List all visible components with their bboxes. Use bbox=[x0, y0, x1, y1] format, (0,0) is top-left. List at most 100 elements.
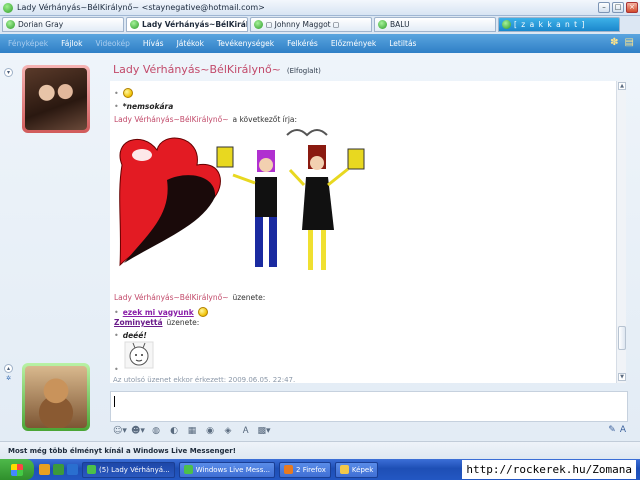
maximize-button[interactable]: □ bbox=[612, 2, 624, 13]
voice-clip-icon[interactable]: ◐ bbox=[167, 425, 181, 437]
text-caret bbox=[114, 396, 115, 407]
tab-label: BALU bbox=[390, 20, 410, 29]
background-icon[interactable]: ▦ bbox=[185, 425, 199, 437]
input-mode-tools: ✎ A bbox=[608, 425, 626, 435]
task-label: Képek bbox=[351, 465, 374, 474]
message-text: ezek mi vagyunk bbox=[122, 307, 194, 317]
menu-photos[interactable]: Fényképek bbox=[8, 39, 48, 48]
bullet-icon: • bbox=[114, 365, 119, 374]
menu-history[interactable]: Előzmények bbox=[331, 39, 376, 48]
conversation-tabs: Dorian Gray Lady Vérhányás~BélKirálynő~ … bbox=[0, 16, 640, 34]
contact-avatar[interactable] bbox=[22, 65, 90, 133]
window-title-bar: Lady Vérhányás~BélKirálynő~ <staynegativ… bbox=[0, 0, 640, 16]
close-button[interactable]: × bbox=[626, 2, 638, 13]
firefox-icon bbox=[284, 465, 294, 474]
tab-balu[interactable]: BALU bbox=[374, 17, 496, 32]
message-writes-label: a következőt írja: bbox=[232, 115, 298, 124]
message-line: • bbox=[114, 88, 133, 98]
pin-icon[interactable]: ✲ bbox=[4, 375, 13, 384]
window-title: Lady Vérhányás~BélKirálynő~ <staynegativ… bbox=[17, 3, 265, 12]
windows-logo-icon bbox=[11, 463, 23, 476]
collapse-contact-pane-icon[interactable]: ▾ bbox=[4, 68, 13, 77]
minimize-button[interactable]: – bbox=[598, 2, 610, 13]
tab-dorian-gray[interactable]: Dorian Gray bbox=[2, 17, 124, 32]
bullet-icon: • bbox=[114, 307, 119, 317]
message-sender: Lady Vérhányás~BélKirálynő~ bbox=[114, 115, 229, 124]
tab-label: [ z a k k a n t ] bbox=[514, 20, 586, 29]
collapse-my-pane-icon[interactable]: ▴ bbox=[4, 364, 13, 373]
message-label: üzenete: bbox=[232, 293, 266, 302]
games-icon[interactable]: ◉ bbox=[203, 425, 217, 437]
task-lady-verhanyas[interactable]: (5) Lady Vérhányá... bbox=[82, 461, 175, 478]
history-scrollbar[interactable]: ▲ ▼ bbox=[616, 81, 626, 383]
message-header: Lady Vérhányás~BélKirálynő~ üzenete: bbox=[114, 293, 265, 302]
taskbar: (5) Lady Vérhányá... Windows Live Mess..… bbox=[0, 459, 640, 480]
tab-johnny-maggot[interactable]: ◻ Johnny Maggot ◻ bbox=[250, 17, 372, 32]
menu-files[interactable]: Fájlok bbox=[61, 39, 82, 48]
menu-games[interactable]: Játékok bbox=[177, 39, 204, 48]
last-message-timestamp: Az utolsó üzenet ekkor érkezett: 2009.06… bbox=[113, 376, 296, 384]
message-sender: Zominyettá bbox=[114, 318, 163, 327]
promo-text: Most még több élményt kínál a Windows Li… bbox=[8, 446, 236, 455]
message-sender: Lady Vérhányás~BélKirálynő~ bbox=[114, 293, 229, 302]
window-controls: – □ × bbox=[598, 2, 638, 13]
menu-invite[interactable]: Felkérés bbox=[287, 39, 318, 48]
bullet-icon: • bbox=[114, 331, 119, 340]
font-icon[interactable]: Ꭺ bbox=[239, 425, 253, 437]
my-avatar-picture bbox=[25, 366, 87, 428]
smiley-emoticon-icon bbox=[197, 307, 208, 317]
wink-icon[interactable]: ✽ bbox=[610, 37, 618, 49]
color-icon[interactable]: ▩▾ bbox=[257, 425, 271, 437]
contact-avatar-picture bbox=[25, 68, 87, 130]
task-label: (5) Lady Vérhányá... bbox=[99, 465, 170, 474]
bullet-icon: • bbox=[114, 102, 119, 111]
nudge-icon[interactable]: ◍ bbox=[149, 425, 163, 437]
firefox-icon[interactable] bbox=[39, 464, 50, 475]
scroll-up-arrow-icon[interactable]: ▲ bbox=[618, 82, 626, 90]
handwriting-icon[interactable]: ✎ bbox=[608, 425, 616, 435]
scroll-thumb[interactable] bbox=[618, 326, 626, 350]
menu-block[interactable]: Letiltás bbox=[389, 39, 416, 48]
conversation-area: ▾ Lady Vérhányás~BélKirálynő~ (Elfoglalt… bbox=[0, 53, 640, 441]
tab-label: Lady Vérhányás~BélKirálynő~ bbox=[142, 20, 247, 29]
messenger-icon bbox=[3, 2, 13, 13]
scroll-down-arrow-icon[interactable]: ▼ bbox=[618, 373, 626, 381]
hand-drawn-picture[interactable] bbox=[112, 125, 372, 285]
task-windows-live-messenger[interactable]: Windows Live Mess... bbox=[178, 461, 276, 478]
status-online-icon bbox=[130, 20, 139, 29]
message-header: Lady Vérhányás~BélKirálynő~ a következőt… bbox=[114, 115, 297, 124]
contact-name: Lady Vérhányás~BélKirálynő~ bbox=[113, 63, 281, 76]
status-online-icon bbox=[502, 20, 511, 29]
contact-status: (Elfoglalt) bbox=[286, 67, 321, 75]
tab-label: ◻ Johnny Maggot ◻ bbox=[266, 20, 340, 29]
watermark: http://rockerek.hu/Zomana bbox=[462, 460, 636, 479]
start-button[interactable] bbox=[0, 459, 34, 480]
promo-banner[interactable]: Most még több élményt kínál a Windows Li… bbox=[0, 441, 640, 459]
menu-activities[interactable]: Tevékenységek bbox=[217, 39, 274, 48]
tab-lady-verhanyas[interactable]: Lady Vérhányás~BélKirálynő~ bbox=[126, 17, 248, 32]
emoticon-picker-icon[interactable]: ☺▾ bbox=[113, 425, 127, 437]
message-line: • bbox=[114, 365, 119, 374]
message-text: *nemsokára bbox=[122, 102, 174, 111]
text-mode-icon[interactable]: A bbox=[620, 425, 626, 435]
menu-video[interactable]: Videokép bbox=[95, 39, 129, 48]
menu-bar: Fényképek Fájlok Videokép Hívás Játékok … bbox=[0, 34, 640, 53]
message-history[interactable]: • • *nemsokára Lady Vérhányás~BélKirályn… bbox=[110, 81, 626, 384]
options-icon[interactable]: ▤ bbox=[625, 37, 634, 49]
browser-icon[interactable] bbox=[67, 464, 78, 475]
menu-call[interactable]: Hívás bbox=[143, 39, 164, 48]
task-label: Windows Live Mess... bbox=[195, 465, 271, 474]
status-online-icon bbox=[254, 20, 263, 29]
task-firefox[interactable]: 2 Firefox bbox=[279, 461, 331, 478]
task-label: 2 Firefox bbox=[296, 465, 326, 474]
app-icon[interactable] bbox=[53, 464, 64, 475]
message-input[interactable] bbox=[110, 391, 628, 422]
conversation-header: Lady Vérhányás~BélKirálynő~ (Elfoglalt) bbox=[113, 63, 321, 76]
task-images[interactable]: Képek bbox=[334, 461, 379, 478]
my-avatar[interactable] bbox=[22, 363, 90, 431]
tab-zakkant[interactable]: [ z a k k a n t ] bbox=[498, 17, 620, 32]
wink-picker-icon[interactable]: ☻▾ bbox=[131, 425, 145, 437]
bunny-emoticon-icon bbox=[124, 341, 154, 369]
gift-icon[interactable]: ◈ bbox=[221, 425, 235, 437]
message-line: • deéé! bbox=[114, 331, 147, 340]
